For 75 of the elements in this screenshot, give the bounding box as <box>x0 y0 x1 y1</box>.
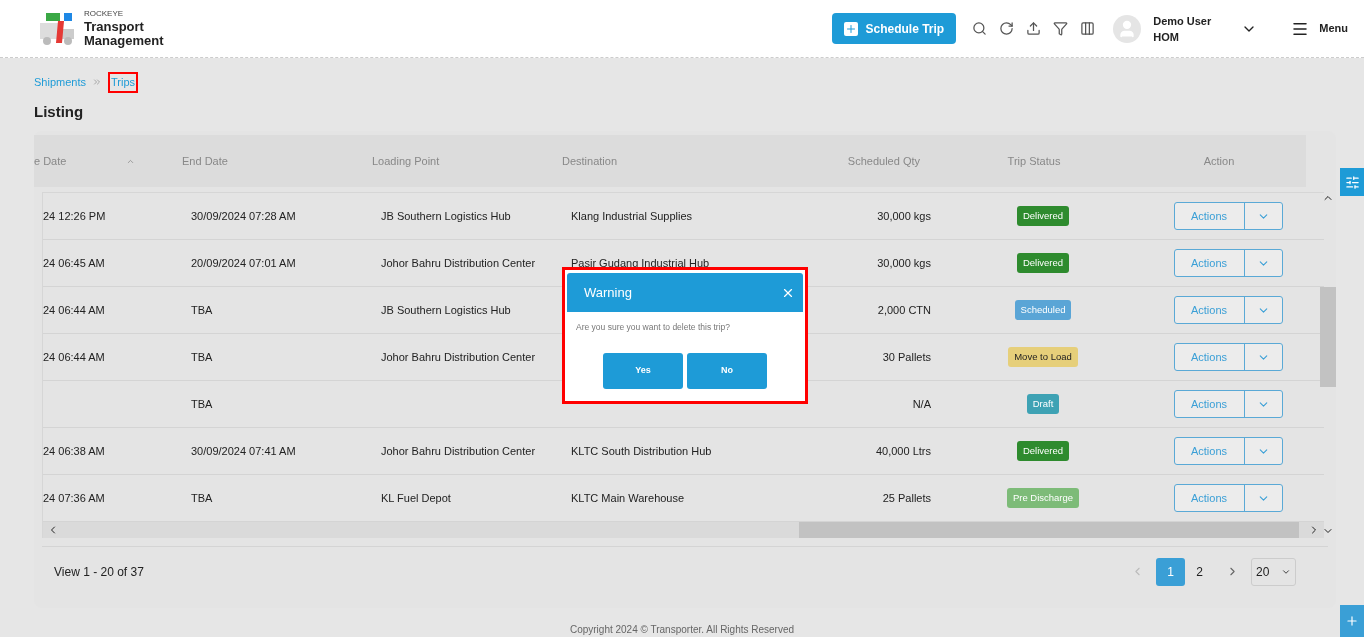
horizontal-scrollbar[interactable] <box>43 522 1325 538</box>
dialog-message: Are you sure you want to delete this trip? <box>575 321 732 334</box>
schedule-trip-button[interactable]: Schedule Trip <box>831 13 957 44</box>
table-cell: Johor Bahru Distribution Center <box>381 350 536 363</box>
table-cell: 30,000 kgs <box>877 256 931 269</box>
table-cell: 30/09/2024 07:41 AM <box>191 444 296 457</box>
menu-button[interactable]: Menu <box>1291 19 1348 38</box>
table-cell: KLTC South Distribution Hub <box>571 444 712 457</box>
status-badge: Move to Load <box>1008 346 1078 368</box>
copyright: Copyright 2024 © Transporter. All Rights Reserved <box>568 623 796 637</box>
column-header[interactable]: Action <box>1203 152 1235 170</box>
table-cell: Johor Bahru Distribution Center <box>381 444 536 457</box>
status-badge: Delivered <box>1016 440 1070 462</box>
table-cell: JB Southern Logistics Hub <box>381 209 511 222</box>
table-cell: TBA <box>191 350 213 363</box>
table-cell: KLTC Main Warehouse <box>571 491 685 504</box>
table-cell: TBA <box>191 491 213 504</box>
status-badge: Pre Discharge <box>1006 487 1080 509</box>
table-cell: 25 Pallets <box>882 491 931 504</box>
add-button[interactable] <box>1340 605 1364 637</box>
upload-icon[interactable] <box>1026 21 1042 36</box>
table-cell: N/A <box>912 397 931 410</box>
status-badge: Scheduled <box>1014 299 1072 321</box>
column-header[interactable]: Scheduled Qty <box>847 152 920 170</box>
page-size-select[interactable]: 20 <box>1251 557 1296 586</box>
pagination-summary: View 1 - 20 of 37 <box>54 563 144 581</box>
table-cell: 40,000 Ltrs <box>875 444 931 457</box>
column-header[interactable]: Trip Status <box>1007 152 1061 170</box>
table-cell: KL Fuel Depot <box>381 491 451 504</box>
table-cell: 24 06:44 AM <box>43 350 105 363</box>
sliders-icon <box>1344 174 1360 190</box>
filter-icon[interactable] <box>1053 21 1069 36</box>
plus-icon <box>843 21 858 36</box>
dialog-button[interactable]: Yes <box>603 352 683 389</box>
table-cell: TBA <box>191 303 213 316</box>
page-title: Listing <box>33 101 85 122</box>
table-cell: 24 07:36 AM <box>43 491 105 504</box>
user-name: Demo User <box>1153 13 1212 29</box>
refresh-icon[interactable] <box>999 21 1015 36</box>
table-cell: 2,000 CTN <box>877 303 931 316</box>
column-header[interactable]: e Date <box>34 152 67 170</box>
settings-tab[interactable] <box>1340 168 1364 196</box>
breadcrumb-link[interactable]: Shipments <box>34 74 86 91</box>
plus-icon <box>1345 614 1359 628</box>
brand-name: Transport <box>84 20 145 33</box>
dialog-title: Warning <box>584 283 632 302</box>
brand-name: Management <box>84 34 164 47</box>
brand-tagline: ROCKEYE <box>84 10 125 18</box>
status-badge: Delivered <box>1016 252 1070 274</box>
page-button[interactable]: 2 <box>1185 557 1214 586</box>
table-cell: 24 06:44 AM <box>43 303 105 316</box>
table-cell: 30 Pallets <box>882 350 931 363</box>
table-cell: 30,000 kgs <box>877 209 931 222</box>
column-header[interactable]: End Date <box>182 152 228 170</box>
search-icon[interactable] <box>972 21 988 36</box>
table-cell: 30/09/2024 07:28 AM <box>191 209 296 222</box>
columns-icon[interactable] <box>1080 21 1096 36</box>
table-cell: 24 06:38 AM <box>43 444 105 457</box>
table-cell: JB Southern Logistics Hub <box>381 303 511 316</box>
table-cell: Johor Bahru Distribution Center <box>381 256 536 269</box>
dialog-button[interactable]: No <box>687 352 767 389</box>
table-cell: 24 12:26 PM <box>43 209 106 222</box>
status-badge: Delivered <box>1016 205 1070 227</box>
user-role: HOM <box>1153 29 1180 45</box>
column-header[interactable]: Destination <box>562 152 618 170</box>
table-cell: 20/09/2024 07:01 AM <box>191 256 296 269</box>
chevrons-icon <box>92 77 102 88</box>
page-button[interactable]: 1 <box>1156 557 1185 586</box>
table-cell: Klang Industrial Supplies <box>571 209 693 222</box>
status-badge: Draft <box>1026 393 1060 415</box>
table-cell: 24 06:45 AM <box>43 256 105 269</box>
breadcrumb-link[interactable]: Trips <box>108 72 139 93</box>
table-cell: Pasir Gudang Industrial Hub <box>571 256 710 269</box>
table-cell: TBA <box>191 397 213 410</box>
column-header[interactable]: Loading Point <box>372 152 440 170</box>
